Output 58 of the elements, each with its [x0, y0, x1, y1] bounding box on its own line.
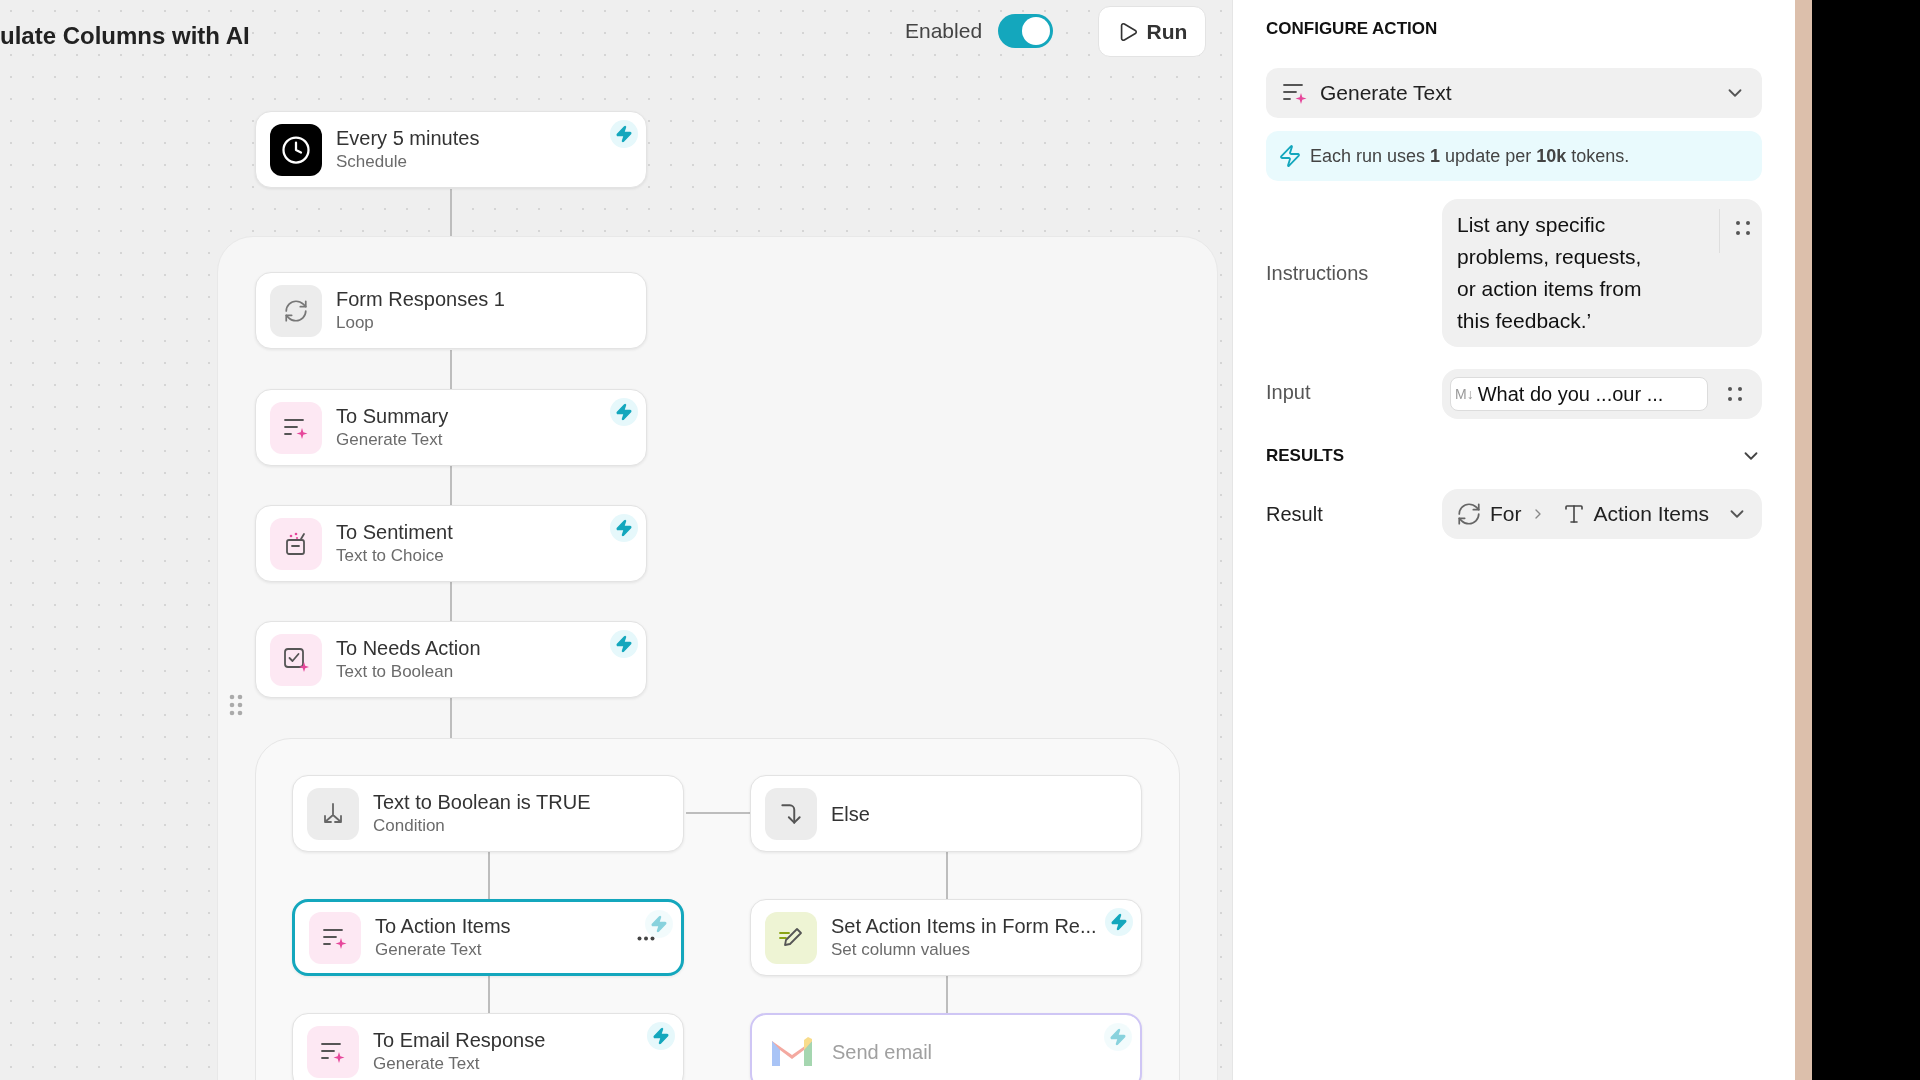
path-label: Action Items	[1593, 500, 1710, 527]
node-title: Form Responses 1	[336, 286, 506, 311]
notice-text: Each run uses 1 update per 10k tokens.	[1310, 144, 1630, 168]
refresh-icon	[270, 284, 322, 337]
node-title: To Summary	[336, 403, 450, 428]
node-subtitle: Loop	[336, 311, 375, 334]
workflow-title: ulate Columns with AI	[0, 21, 250, 51]
workflow-node[interactable]: To Needs Action Text to Boolean	[255, 621, 647, 698]
lines-sparkle-icon	[1282, 81, 1308, 105]
workflow-node[interactable]: To Summary Generate Text	[255, 389, 647, 466]
input-token[interactable]: M↓ What do you ...our ...	[1450, 377, 1708, 411]
panel-heading: CONFIGURE ACTION	[1266, 18, 1439, 40]
workflow-node[interactable]: To Sentiment Text to Choice	[255, 505, 647, 582]
node-subtitle: Generate Text	[336, 428, 444, 451]
node-title: To Sentiment	[336, 519, 454, 544]
field-label: Instructions	[1266, 261, 1370, 286]
workflow-node[interactable]: Every 5 minutes Schedule	[255, 111, 647, 188]
node-title: To Action Items	[375, 913, 512, 938]
node-subtitle: Schedule	[336, 150, 408, 173]
node-title: Send email	[832, 1039, 934, 1064]
field-label: Input	[1266, 380, 1312, 405]
node-subtitle: Condition	[373, 814, 446, 837]
node-title: Text to Boolean is TRUE	[373, 789, 592, 814]
node-title: Set Action Items in Form Re...	[831, 913, 1098, 938]
action-select[interactable]: Generate Text	[1266, 68, 1762, 118]
node-title: To Email Response	[373, 1027, 547, 1052]
node-title: To Needs Action	[336, 635, 482, 660]
field-label: Result	[1266, 501, 1324, 527]
workflow-node[interactable]: Set Action Items in Form Re... Set column values	[750, 899, 1142, 976]
enabled-toggle[interactable]	[998, 14, 1054, 48]
workflow-node[interactable]: Else	[750, 775, 1142, 852]
node-subtitle: Text to Boolean	[336, 660, 455, 683]
drag-handle-icon[interactable]	[229, 694, 243, 716]
bolt-icon	[1278, 144, 1302, 168]
node-title: Else	[831, 801, 871, 826]
workflow-node[interactable]: Form Responses 1 Loop	[255, 272, 647, 349]
clock-icon	[270, 123, 322, 176]
refresh-icon	[1456, 500, 1482, 527]
workflow-node[interactable]: Text to Boolean is TRUE Condition	[292, 775, 684, 852]
workflow-node[interactable]: To Email Response Generate Text	[292, 1013, 684, 1080]
node-subtitle: Generate Text	[375, 938, 483, 961]
node-title: Every 5 minutes	[336, 125, 481, 150]
markdown-label: M↓	[1455, 384, 1474, 404]
node-subtitle: Generate Text	[373, 1052, 481, 1075]
path-label: For	[1490, 500, 1522, 527]
instructions-field[interactable]: List any specific problems, requests, or action items from this feedback.’	[1442, 199, 1762, 347]
mail-logo-icon	[770, 1034, 814, 1069]
drag-handle-icon[interactable]	[1728, 387, 1742, 401]
enabled-label: Enabled	[905, 18, 983, 45]
workflow-node[interactable]: To Action Items Generate Text	[292, 899, 684, 976]
drag-handle-icon[interactable]	[1736, 221, 1750, 235]
result-select[interactable]: For Action Items	[1442, 488, 1762, 539]
results-heading: RESULTS	[1266, 445, 1345, 467]
more-icon[interactable]	[637, 936, 655, 941]
node-subtitle: Text to Choice	[336, 544, 445, 567]
run-button[interactable]: Run	[1098, 6, 1206, 57]
token-text: What do you ...our ...	[1477, 382, 1664, 407]
node-subtitle: Set column values	[831, 938, 971, 961]
